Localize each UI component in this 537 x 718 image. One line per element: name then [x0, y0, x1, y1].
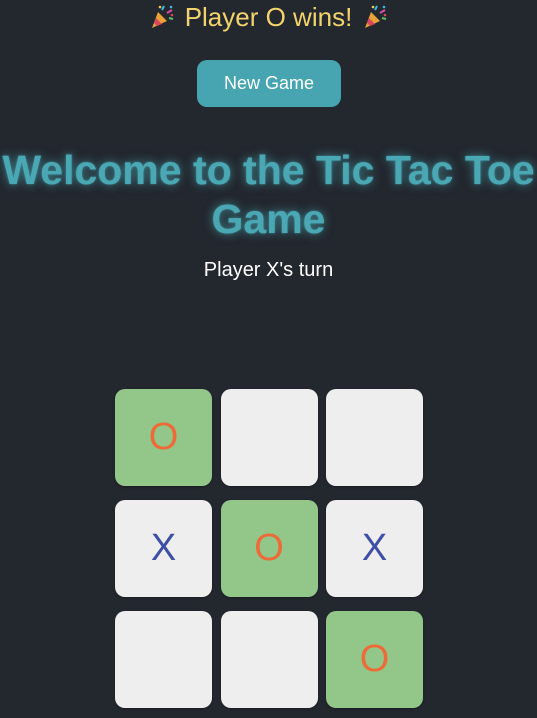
board-cell-6[interactable]: X — [326, 500, 423, 597]
board-cell-9[interactable]: O — [326, 611, 423, 708]
board-cell-2[interactable] — [220, 389, 318, 486]
winner-message: Player O wins! — [184, 1, 353, 32]
party-popper-icon — [365, 5, 387, 28]
page-title: Welcome to the Tic Tac Toe Game — [2, 147, 535, 242]
game-board: O X O X O — [115, 389, 423, 708]
new-game-button[interactable]: New Game — [197, 60, 341, 107]
board-cell-1[interactable]: O — [115, 389, 212, 486]
board-cell-3[interactable] — [326, 389, 423, 486]
board-cell-4[interactable]: X — [115, 500, 212, 597]
winner-banner: Player O wins! — [0, 0, 537, 34]
board-cell-5[interactable]: O — [220, 500, 318, 597]
board-cell-7[interactable] — [115, 611, 212, 708]
turn-status: Player X's turn — [203, 259, 334, 281]
party-popper-icon — [151, 5, 173, 28]
board-cell-8[interactable] — [220, 611, 318, 708]
